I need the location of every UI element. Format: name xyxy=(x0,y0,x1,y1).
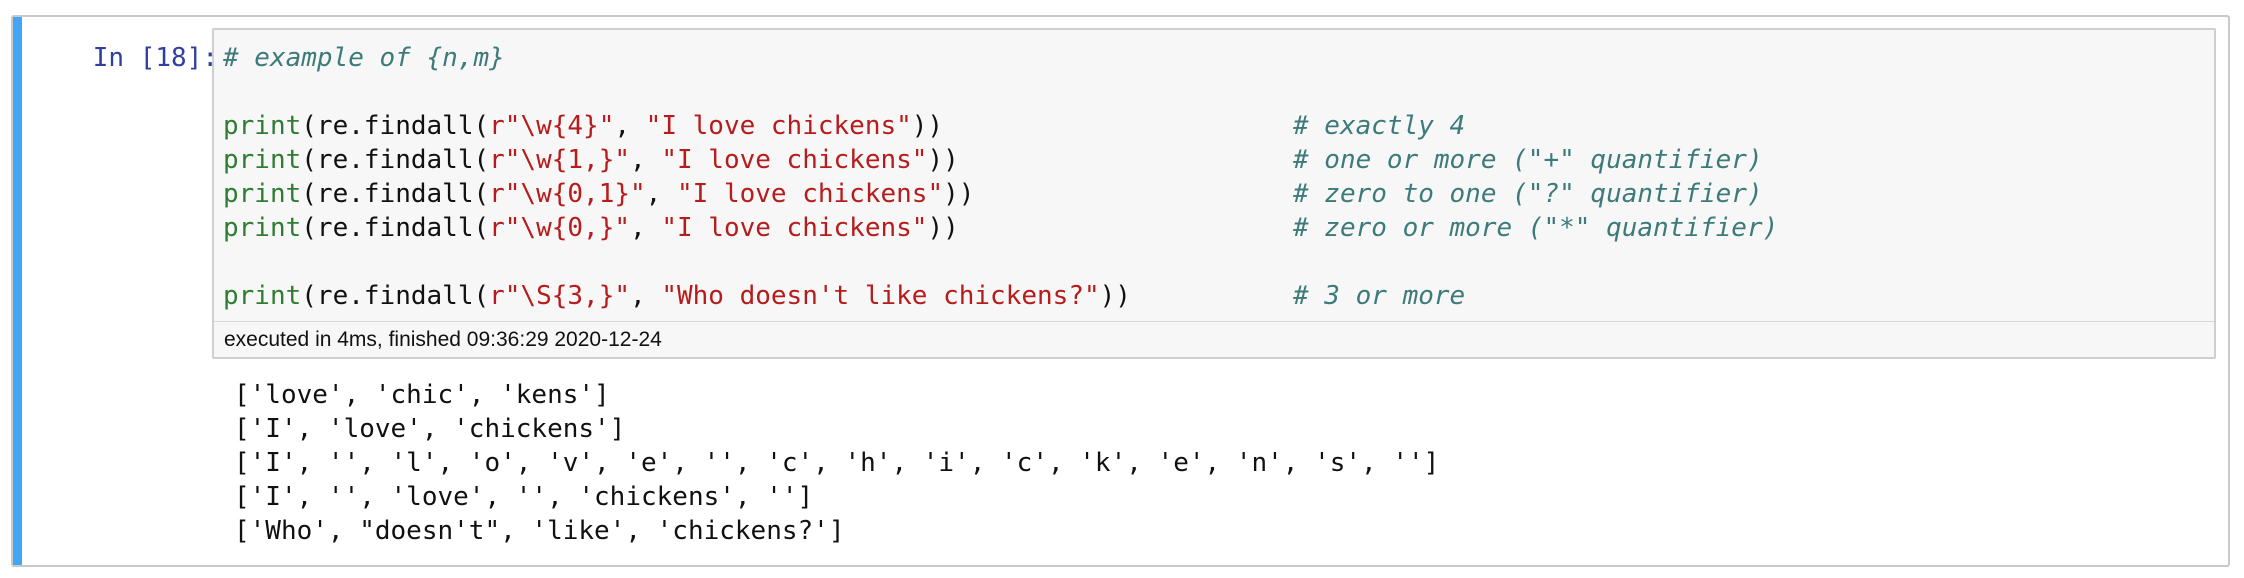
code-call: (re.findall( xyxy=(301,281,490,311)
output-line: ['love', 'chic', 'kens'] xyxy=(234,380,610,410)
code-function: print xyxy=(223,111,302,141)
code-close: )) xyxy=(927,145,959,175)
code-comment: # example of {n,m} xyxy=(223,43,505,73)
code-close: )) xyxy=(911,111,944,141)
cell-selection-bar xyxy=(13,17,22,565)
code-pattern: r"\w{0,}" xyxy=(489,213,631,243)
code-line: print(re.findall(r"\w{4}", "I love chick… xyxy=(223,109,1465,143)
input-prompt: In [18]: xyxy=(92,43,218,73)
code-editor[interactable]: # example of {n,m} print(re.findall(r"\w{… xyxy=(223,41,1778,313)
code-close: )) xyxy=(1099,281,1131,311)
code-line: print(re.findall(r"\w{0,1}", "I love chi… xyxy=(223,177,1763,211)
code-pattern: r"\w{0,1}" xyxy=(489,179,646,209)
code-function: print xyxy=(223,281,302,311)
code-string: "I love chickens" xyxy=(661,145,928,175)
code-call: (re.findall( xyxy=(301,213,490,243)
code-function: print xyxy=(223,145,302,175)
code-call: (re.findall( xyxy=(301,179,490,209)
execution-time-info: executed in 4ms, finished 09:36:29 2020-… xyxy=(214,321,2214,357)
code-call: (re.findall( xyxy=(301,111,490,141)
code-line: print(re.findall(r"\w{1,}", "I love chic… xyxy=(223,143,1763,177)
code-input-area[interactable]: # example of {n,m} print(re.findall(r"\w{… xyxy=(212,28,2216,359)
code-pattern: r"\w{4}" xyxy=(489,111,615,141)
output-line: ['I', '', 'l', 'o', 'v', 'e', '', 'c', '… xyxy=(234,448,1440,478)
code-comment: # zero to one ("?" quantifier) xyxy=(1293,179,1763,209)
code-separator: , xyxy=(645,179,677,209)
code-pattern: r"\w{1,}" xyxy=(489,145,631,175)
code-separator: , xyxy=(630,281,662,311)
code-pattern: r"\S{3,}" xyxy=(489,281,631,311)
code-call: (re.findall( xyxy=(301,145,490,175)
output-line: ['Who', "doesn't", 'like', 'chickens?'] xyxy=(234,516,845,546)
code-separator: , xyxy=(630,145,662,175)
code-comment: # zero or more ("*" quantifier) xyxy=(1293,213,1779,243)
code-string: "I love chickens" xyxy=(645,111,912,141)
notebook-cell[interactable]: In [18]: # example of {n,m} print(re.find… xyxy=(11,15,2230,567)
code-string: "I love chickens" xyxy=(661,213,928,243)
code-close: )) xyxy=(927,213,959,243)
code-function: print xyxy=(223,179,302,209)
code-comment: # 3 or more xyxy=(1293,281,1466,311)
code-line: print(re.findall(r"\S{3,}", "Who doesn't… xyxy=(223,279,1465,313)
output-line: ['I', '', 'love', '', 'chickens', ''] xyxy=(234,482,814,512)
cell-output: ['love', 'chic', 'kens'] ['I', 'love', 'c… xyxy=(234,378,1439,548)
code-line: print(re.findall(r"\w{0,}", "I love chic… xyxy=(223,211,1778,245)
code-line-header: # example of {n,m} xyxy=(223,41,1131,75)
code-comment: # exactly 4 xyxy=(1293,111,1466,141)
code-close: )) xyxy=(943,179,975,209)
code-string: "Who doesn't like chickens?" xyxy=(661,281,1100,311)
code-function: print xyxy=(223,213,302,243)
code-separator: , xyxy=(630,213,662,243)
output-line: ['I', 'love', 'chickens'] xyxy=(234,414,626,444)
code-separator: , xyxy=(614,111,646,141)
code-comment: # one or more ("+" quantifier) xyxy=(1293,145,1763,175)
code-string: "I love chickens" xyxy=(676,179,944,209)
